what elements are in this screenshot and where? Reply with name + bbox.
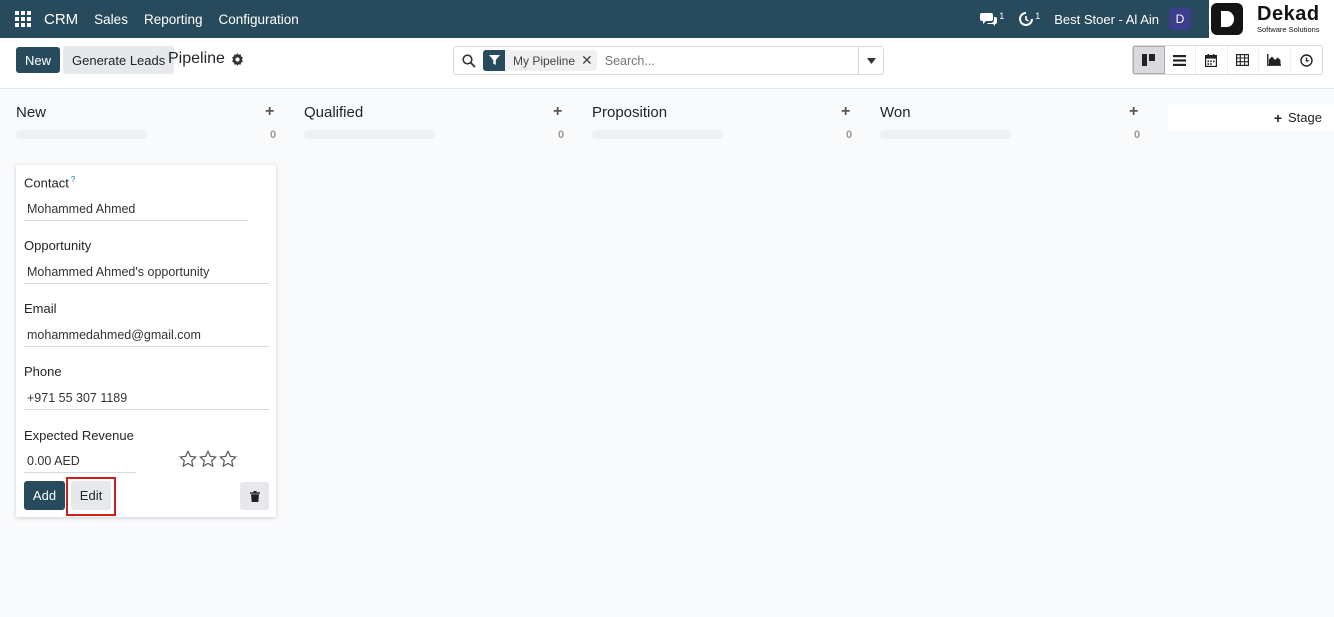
- graph-icon: [1267, 54, 1282, 66]
- star-icon[interactable]: [179, 450, 197, 468]
- column-progress-bar: [16, 130, 147, 139]
- plus-icon: +: [1273, 109, 1283, 126]
- search-bar[interactable]: My Pipeline ✕: [453, 46, 884, 75]
- kanban-icon: [1142, 54, 1156, 66]
- list-icon: [1173, 54, 1187, 66]
- top-navbar: CRM Sales Reporting Configuration 1 1 Be…: [0, 0, 1334, 38]
- search-facet[interactable]: My Pipeline ✕: [483, 50, 597, 71]
- add-button[interactable]: Add: [24, 481, 65, 510]
- column-count: 0: [846, 129, 853, 141]
- column-count: 0: [270, 129, 277, 141]
- gear-icon[interactable]: [231, 52, 244, 66]
- user-avatar[interactable]: D: [1169, 8, 1191, 30]
- clock-icon: [1019, 12, 1034, 26]
- messages-count: 1: [999, 11, 1005, 21]
- column-progress-bar: [304, 130, 435, 139]
- dekad-logo-icon: [1211, 3, 1243, 35]
- app-name[interactable]: CRM: [44, 11, 78, 28]
- opportunity-label: Opportunity: [24, 238, 92, 253]
- pivot-icon: [1236, 54, 1250, 66]
- logo-subtitle: Software Solutions: [1257, 25, 1320, 35]
- trash-icon: [249, 490, 260, 502]
- search-options-toggle[interactable]: [858, 47, 883, 74]
- calendar-view-button[interactable]: [1196, 46, 1228, 74]
- calendar-icon: [1205, 53, 1218, 67]
- kanban-view-button[interactable]: [1133, 46, 1165, 74]
- column-progress-bar: [592, 130, 723, 139]
- phone-label: Phone: [24, 364, 62, 379]
- close-icon[interactable]: ✕: [581, 52, 597, 69]
- activity-view-button[interactable]: [1290, 46, 1322, 74]
- column-count: 0: [1134, 129, 1141, 141]
- add-stage-label: Stage: [1288, 110, 1322, 125]
- menu-reporting[interactable]: Reporting: [144, 12, 203, 27]
- search-icon: [462, 53, 476, 68]
- priority-stars: [179, 450, 237, 468]
- column-count: 0: [558, 129, 565, 141]
- quick-add-icon[interactable]: +: [553, 103, 562, 121]
- company-switcher[interactable]: Best Stoer - Al Ain: [1054, 12, 1159, 27]
- activities-count: 1: [1035, 11, 1041, 21]
- quick-add-icon[interactable]: +: [1129, 103, 1138, 121]
- star-icon[interactable]: [199, 450, 217, 468]
- add-stage-button[interactable]: + Stage: [1168, 104, 1334, 131]
- quick-add-icon[interactable]: +: [265, 103, 274, 121]
- activities-button[interactable]: 1: [1018, 11, 1040, 27]
- delete-button[interactable]: [240, 482, 269, 510]
- logo-title: Dekad: [1257, 3, 1320, 26]
- menu-sales[interactable]: Sales: [94, 12, 128, 27]
- graph-view-button[interactable]: [1259, 46, 1291, 74]
- email-label: Email: [24, 301, 57, 316]
- apps-menu-icon[interactable]: [15, 11, 31, 27]
- activity-clock-icon: [1300, 53, 1313, 67]
- generate-leads-button[interactable]: Generate Leads: [63, 46, 175, 74]
- star-icon[interactable]: [219, 450, 237, 468]
- menu-configuration[interactable]: Configuration: [219, 12, 299, 27]
- expected-revenue-label: Expected Revenue: [24, 428, 134, 443]
- column-title[interactable]: Proposition: [592, 104, 667, 121]
- edit-button[interactable]: Edit: [71, 481, 111, 510]
- pivot-view-button[interactable]: [1227, 46, 1259, 74]
- contact-label: Contact?: [24, 175, 76, 191]
- phone-field[interactable]: +971 55 307 1189: [24, 386, 269, 410]
- chat-bubbles-icon: [980, 13, 998, 26]
- help-tooltip-icon[interactable]: ?: [71, 175, 75, 184]
- column-title[interactable]: Qualified: [304, 104, 363, 121]
- caret-down-icon: [866, 57, 876, 64]
- column-progress-bar: [880, 130, 1011, 139]
- contact-field[interactable]: Mohammed Ahmed: [24, 197, 248, 221]
- page-title: Pipeline: [168, 50, 225, 67]
- view-switcher: [1132, 45, 1323, 75]
- facet-label: My Pipeline: [513, 53, 576, 68]
- column-title[interactable]: New: [16, 104, 46, 121]
- quick-add-icon[interactable]: +: [841, 103, 850, 121]
- filter-icon: [483, 50, 505, 71]
- messages-button[interactable]: 1: [980, 11, 1004, 27]
- control-panel: New Generate Leads Pipeline My Pipeline …: [0, 38, 1334, 89]
- column-title[interactable]: Won: [880, 104, 911, 121]
- opportunity-field[interactable]: Mohammed Ahmed's opportunity: [24, 260, 269, 284]
- email-field[interactable]: mohammedahmed@gmail.com: [24, 323, 269, 347]
- quick-create-card: Contact? Mohammed Ahmed Opportunity Moha…: [16, 165, 276, 517]
- expected-revenue-field[interactable]: 0.00 AED: [24, 449, 136, 473]
- breadcrumb: Pipeline: [168, 50, 244, 68]
- company-logo: Dekad Software Solutions: [1209, 0, 1334, 38]
- new-button[interactable]: New: [16, 47, 61, 73]
- search-input[interactable]: [604, 53, 855, 68]
- list-view-button[interactable]: [1164, 46, 1196, 74]
